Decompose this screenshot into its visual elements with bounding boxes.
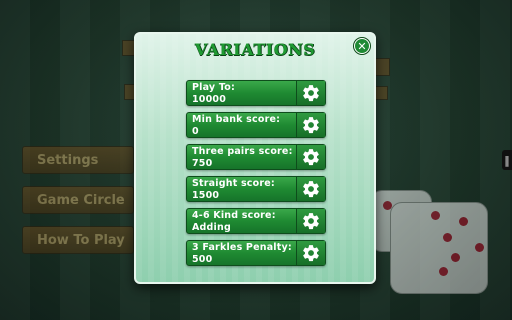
setting-label: Min bank score: [192,114,281,125]
setting-row-straight-score[interactable]: Straight score: 1500 [186,176,326,202]
gear-icon [303,245,319,262]
setting-label: 4-6 Kind score: [192,210,276,221]
setting-label: Three pairs score: [192,146,293,157]
die-pip [459,217,468,226]
gear-button[interactable] [296,209,325,233]
setting-row-play-to[interactable]: Play To: 10000 [186,80,326,106]
setting-value: Adding [192,222,231,233]
background-game-circle-button: Game Circle [22,186,134,214]
gear-icon [303,149,319,166]
setting-value: 750 [192,158,213,169]
setting-row-kind-score[interactable]: 4-6 Kind score: Adding [186,208,326,234]
setting-value: 1500 [192,190,220,201]
gear-button[interactable] [296,241,325,265]
background-settings-button: Settings [22,146,134,174]
die-pip [475,243,484,252]
gear-button[interactable] [296,177,325,201]
gear-icon [303,181,319,198]
setting-row-min-bank-score[interactable]: Min bank score: 0 [186,112,326,138]
close-button[interactable]: ✕ [354,38,370,54]
dialog-title: VARIATIONS [194,40,316,59]
die-pip [439,267,448,276]
setting-value: 0 [192,126,199,137]
die-pip [431,211,440,220]
close-icon: ✕ [357,39,367,53]
gear-icon [303,213,319,230]
background-die-front [390,202,488,294]
background-how-to-play-button: How To Play [22,226,134,254]
gear-icon [303,117,319,134]
variations-dialog: VARIATIONS ✕ Play To: 10000 Min bank sco… [134,32,376,284]
gear-button[interactable] [296,145,325,169]
setting-label: 3 Farkles Penalty: [192,242,292,253]
gear-icon [303,85,319,102]
die-pip [451,253,460,262]
setting-label: Play To: [192,82,235,93]
setting-row-three-pairs-score[interactable]: Three pairs score: 750 [186,144,326,170]
gear-button[interactable] [296,113,325,137]
die-pip [443,233,452,242]
gear-button[interactable] [296,81,325,105]
setting-value: 10000 [192,94,227,105]
side-drawer-handle[interactable]: ‖ [502,150,512,170]
background-dice [360,186,500,296]
setting-label: Straight score: [192,178,275,189]
setting-row-farkles-penalty[interactable]: 3 Farkles Penalty: 500 [186,240,326,266]
setting-value: 500 [192,254,213,265]
